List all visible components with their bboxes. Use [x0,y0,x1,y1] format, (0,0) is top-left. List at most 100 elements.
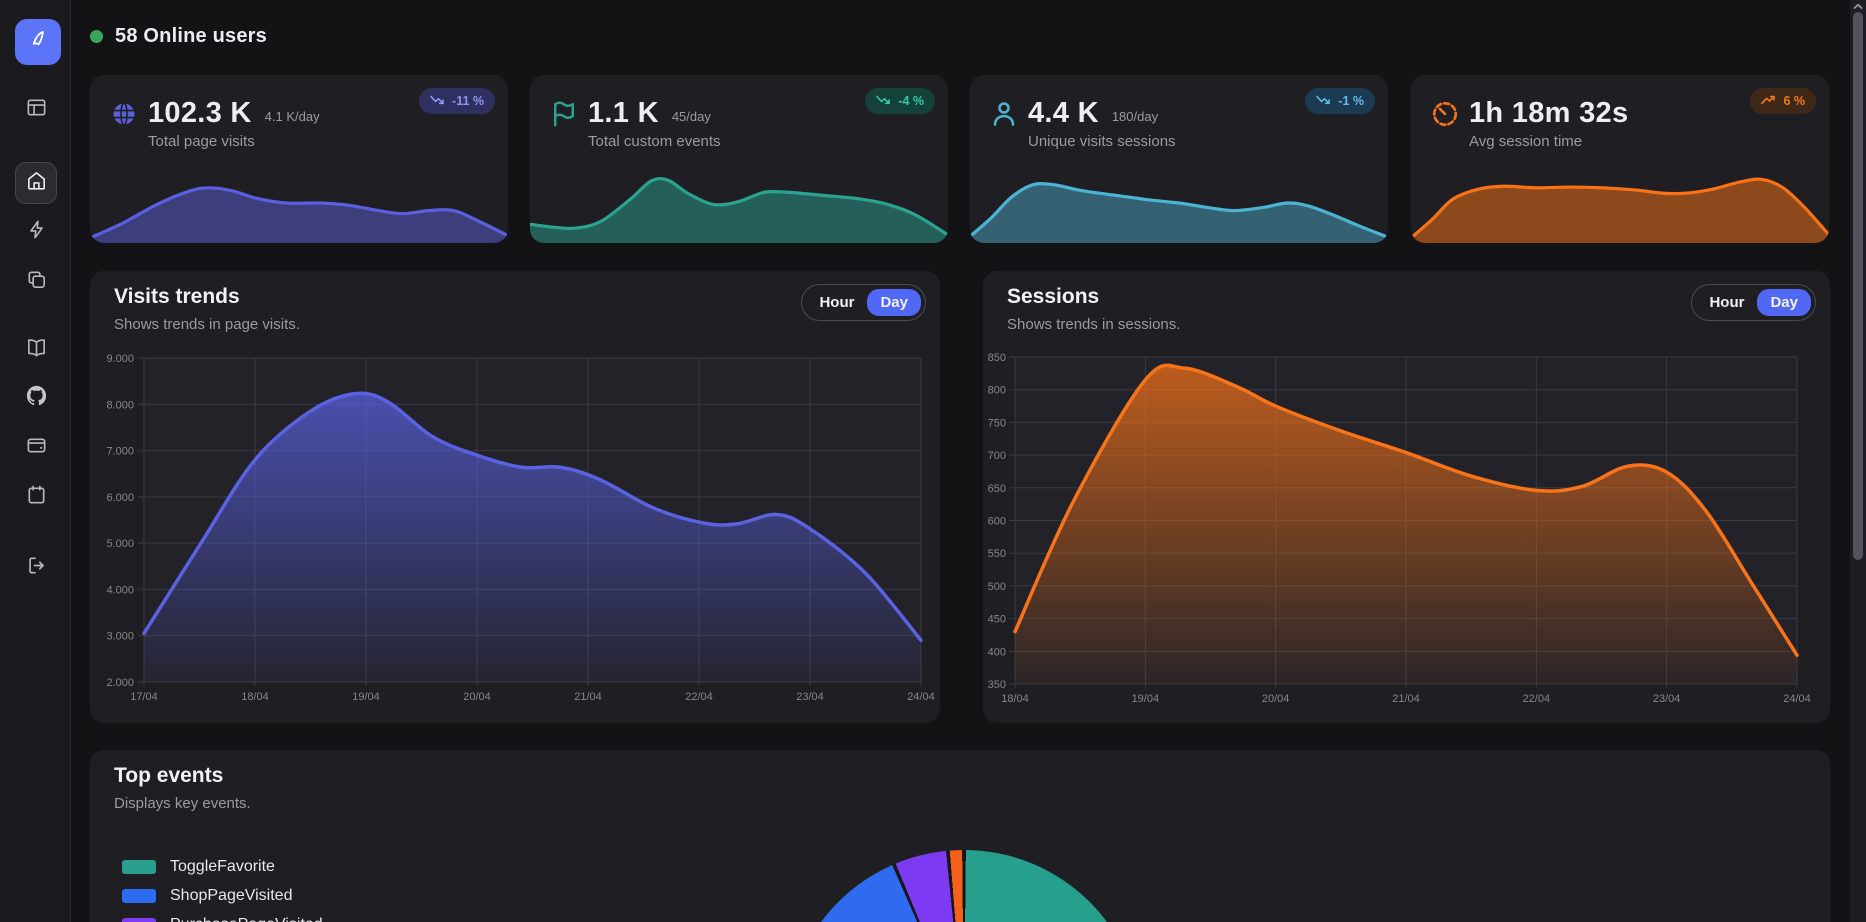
svg-text:400: 400 [988,646,1006,658]
panel-subtitle: Shows trends in page visits. [114,316,300,333]
scroll-up-arrow[interactable] [1852,1,1864,11]
svg-text:4.000: 4.000 [106,584,134,596]
svg-text:500: 500 [988,581,1006,593]
svg-text:8.000: 8.000 [106,399,134,411]
sidebar-item-billing[interactable] [15,427,57,469]
stat-value: 1.1 K [588,97,659,130]
svg-text:23/04: 23/04 [796,691,824,703]
sidebar-item-github[interactable] [15,377,57,419]
timer-icon [1430,99,1460,129]
app-logo[interactable] [15,19,61,65]
svg-text:19/04: 19/04 [352,691,380,703]
top-events-panel: Top events Displays key events. ToggleFa… [90,750,1830,922]
sidebar-item-pages[interactable] [15,261,57,303]
trend-badge-text: -1 % [1338,94,1364,108]
sidebar-item-home[interactable] [15,162,57,204]
sidebar-item-dashboards[interactable] [15,89,57,131]
day-toggle[interactable]: Day [867,289,921,316]
panel-title: Sessions [1007,285,1099,309]
copy-icon [25,268,48,296]
svg-text:2.000: 2.000 [106,677,134,689]
legend-label: PurchasePageVisited [170,916,323,922]
sidebar-item-docs[interactable] [15,329,57,371]
sidebar [0,0,71,922]
github-icon [25,384,48,412]
svg-text:18/04: 18/04 [241,691,269,703]
online-users-label: 58 Online users [115,25,267,48]
legend-item-purchasepagevisited[interactable]: PurchasePageVisited [122,916,323,922]
scrollbar-thumb[interactable] [1853,12,1863,560]
svg-text:550: 550 [988,548,1006,560]
bolt-icon [25,218,48,246]
sessions-panel: 85080075070065060055050045040035018/0419… [983,271,1830,723]
trending-up-icon [1761,94,1776,109]
svg-text:3.000: 3.000 [106,631,134,643]
svg-text:7.000: 7.000 [106,446,134,458]
trend-badge-text: 6 % [1783,94,1805,108]
stat-label: Total custom events [588,133,721,150]
trend-badge: -4 % [865,88,935,114]
home-icon [25,169,48,197]
legend-swatch [122,889,156,903]
interval-toggle: Hour Day [1691,284,1816,321]
legend-item-togglefavorite[interactable]: ToggleFavorite [122,858,323,876]
stat-rate: 180/day [1112,109,1158,124]
layout-icon [25,96,48,124]
stat-card-unique-sessions: 4.4 K 180/day Unique visits sessions -1 … [970,75,1388,243]
trending-down-icon [1316,94,1331,109]
svg-text:23/04: 23/04 [1653,693,1681,705]
stat-label: Unique visits sessions [1028,133,1176,150]
panel-title: Visits trends [114,285,240,309]
hour-toggle[interactable]: Hour [1696,289,1757,316]
svg-text:600: 600 [988,516,1006,528]
svg-text:24/04: 24/04 [907,691,935,703]
svg-text:6.000: 6.000 [106,492,134,504]
pie-legend: ToggleFavorite ShopPageVisited PurchaseP… [122,858,323,922]
hour-toggle[interactable]: Hour [806,289,867,316]
legend-label: ShopPageVisited [170,887,292,905]
svg-text:19/04: 19/04 [1132,693,1160,705]
sidebar-item-logout[interactable] [15,547,57,589]
svg-text:650: 650 [988,483,1006,495]
svg-text:22/04: 22/04 [1523,693,1551,705]
trend-badge: 6 % [1750,88,1816,114]
flag-icon [549,99,579,129]
panel-title: Top events [114,764,223,788]
svg-text:5.000: 5.000 [106,538,134,550]
svg-text:20/04: 20/04 [1262,693,1290,705]
svg-text:700: 700 [988,450,1006,462]
top-events-pie-chart [786,850,1142,922]
svg-text:21/04: 21/04 [574,691,602,703]
vertical-scrollbar[interactable] [1850,0,1866,922]
trending-down-icon [430,94,445,109]
book-icon [25,336,48,364]
globe-icon [109,99,139,129]
person-icon [989,99,1019,129]
legend-item-shoppagevisited[interactable]: ShopPageVisited [122,887,323,905]
online-status-dot [90,30,103,43]
stat-value: 102.3 K [148,97,252,130]
svg-text:850: 850 [988,352,1006,364]
online-users: 58 Online users [90,25,267,48]
stat-rate: 45/day [672,109,711,124]
svg-text:750: 750 [988,417,1006,429]
sparkline-chart [1411,161,1829,243]
stat-card-page-visits: 102.3 K 4.1 K/day Total page visits -11 … [90,75,508,243]
svg-text:450: 450 [988,614,1006,626]
day-toggle[interactable]: Day [1757,289,1811,316]
stat-label: Total page visits [148,133,255,150]
legend-label: ToggleFavorite [170,858,275,876]
wallet-icon [25,434,48,462]
trending-down-icon [876,94,891,109]
sidebar-item-calendar[interactable] [15,476,57,518]
trend-badge-text: -4 % [898,94,924,108]
calendar-icon [25,483,48,511]
svg-text:17/04: 17/04 [130,691,158,703]
interval-toggle: Hour Day [801,284,926,321]
sparkline-chart [90,161,508,243]
panel-subtitle: Shows trends in sessions. [1007,316,1180,333]
svg-text:24/04: 24/04 [1783,693,1811,705]
logout-icon [25,554,48,582]
sidebar-item-events[interactable] [15,211,57,253]
legend-swatch [122,918,156,922]
